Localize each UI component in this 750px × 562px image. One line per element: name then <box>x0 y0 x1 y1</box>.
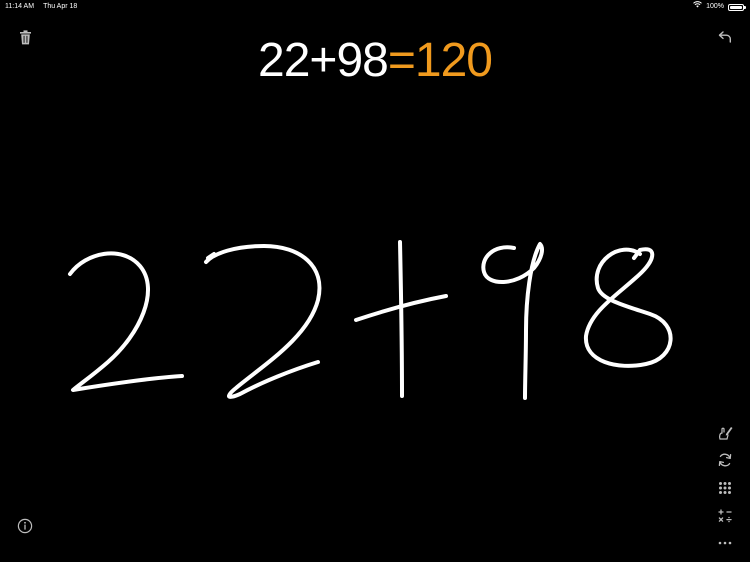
result-text: 120 <box>414 34 493 87</box>
keypad-icon <box>718 481 732 495</box>
status-date: Thu Apr 18 <box>43 3 78 10</box>
convert-button[interactable] <box>714 449 736 471</box>
stroke-digit-2b <box>204 244 322 399</box>
expression-text: 22+98 <box>258 34 389 87</box>
operators-button[interactable] <box>714 505 736 527</box>
equals-sign: = <box>387 34 416 87</box>
wifi-icon <box>693 0 702 14</box>
info-button[interactable] <box>14 515 36 537</box>
status-left: 11:14 AM Thu Apr 18 <box>5 0 77 14</box>
more-icon <box>718 541 732 545</box>
status-time: 11:14 AM <box>5 3 35 10</box>
handwriting-strokes <box>68 240 673 400</box>
pen-hand-icon <box>716 424 734 442</box>
more-button[interactable] <box>714 532 736 554</box>
battery-icon <box>728 3 746 11</box>
operators-icon <box>717 508 733 524</box>
stroke-digit-8 <box>583 247 673 368</box>
status-right: 100% <box>693 0 746 14</box>
handwriting-mode-button[interactable] <box>714 422 736 444</box>
equation-display: 22+98=120 <box>0 30 750 92</box>
info-icon <box>17 518 33 534</box>
stroke-plus-vertical <box>398 240 404 398</box>
keypad-button[interactable] <box>714 477 736 499</box>
calculator-screen: 11:14 AM Thu Apr 18 100% 22+98=120 <box>0 0 750 562</box>
status-bar: 11:14 AM Thu Apr 18 100% <box>0 0 750 14</box>
rotate-icon <box>717 452 733 468</box>
battery-percent: 100% <box>706 3 724 10</box>
handwriting-canvas[interactable] <box>0 100 700 540</box>
stroke-digit-9 <box>481 242 544 400</box>
stroke-digit-2a <box>68 251 184 392</box>
